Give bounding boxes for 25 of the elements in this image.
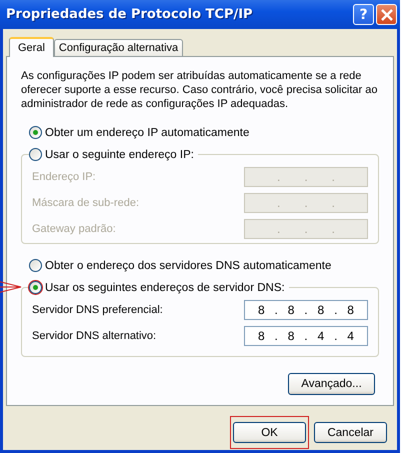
field-label: Servidor DNS alternativo: <box>32 330 156 342</box>
field-label: Servidor DNS preferencial: <box>32 304 163 316</box>
field-label: Máscara de sub-rede: <box>32 197 139 209</box>
advanced-button[interactable]: Avançado... <box>288 373 375 395</box>
description-text: As configurações IP podem ser atribuídas automaticamente se a rede oferecer suporte a esse recurso. Caso contrário, você precisa solicitar ao administrador de rede as configurações IP adequadas. <box>21 69 378 111</box>
radio-label: Obter o endereço dos servidores DNS automaticamente <box>45 260 332 272</box>
radio-button[interactable] <box>29 126 42 139</box>
tab[interactable]: Configuração alternativa <box>54 39 184 56</box>
radio-label: Usar os seguintes endereços de servidor DNS: <box>45 282 285 294</box>
help-button[interactable]: ? <box>353 4 374 25</box>
dialog-button[interactable]: Cancelar <box>314 422 387 443</box>
window-title: Propriedades de Protocolo TCP/IP <box>5 7 254 22</box>
radio-button[interactable] <box>29 148 42 161</box>
close-button[interactable] <box>376 4 397 25</box>
radio-label: Usar o seguinte endereço IP: <box>45 148 194 160</box>
ip-address-field[interactable]: 8 . 8 . 4 . 4 <box>244 326 368 346</box>
field-label: Endereço IP: <box>32 171 96 183</box>
field-label: Gateway padrão: <box>32 223 116 235</box>
dialog-button[interactable]: OK <box>233 422 306 443</box>
radio-label: Obter um endereço IP automaticamente <box>45 126 250 138</box>
tab[interactable]: Geral <box>9 37 54 57</box>
ip-address-field[interactable]: 8 . 8 . 8 . 8 <box>244 300 368 320</box>
radio-button[interactable] <box>29 281 42 294</box>
close-icon <box>380 8 392 20</box>
radio-button[interactable] <box>29 259 42 272</box>
